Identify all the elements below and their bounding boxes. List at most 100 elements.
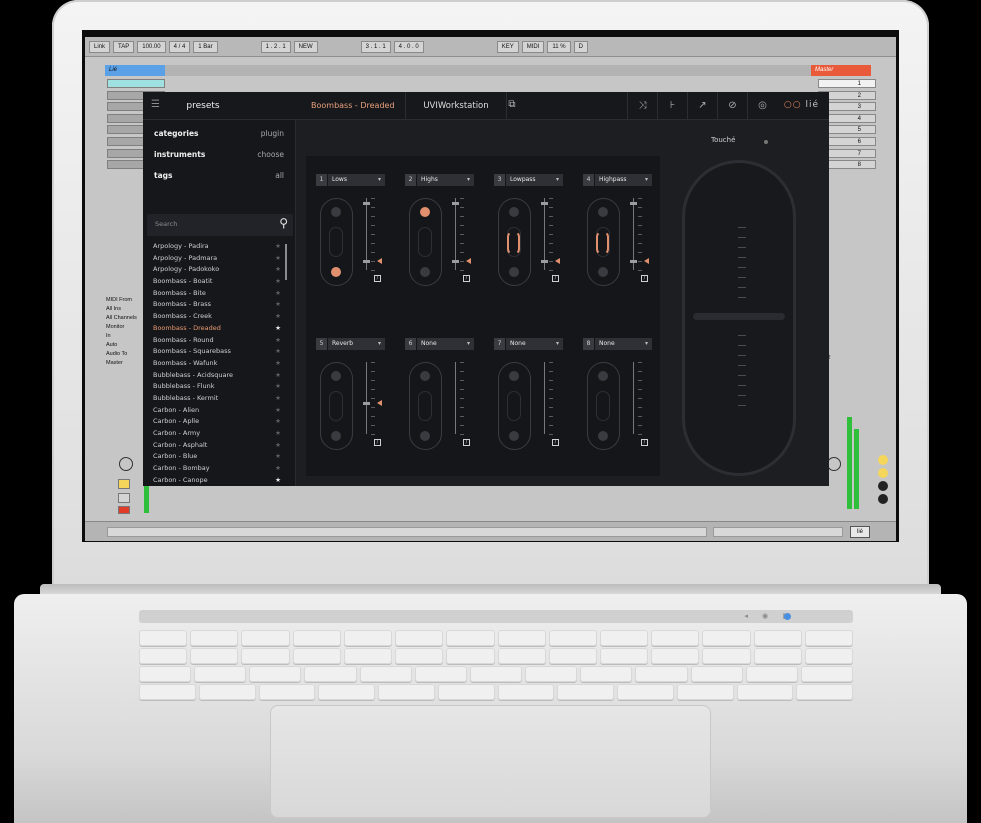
preset-item[interactable]: Bubblebass - Kermit ★ — [143, 393, 293, 405]
settings-dial-icon[interactable]: ◎ — [747, 92, 777, 120]
keyboard-key[interactable] — [414, 666, 467, 682]
arm-button[interactable] — [118, 506, 130, 514]
shuffle-icon[interactable]: ⤨ — [627, 92, 657, 120]
preset-item[interactable]: Boombass - Round ★ — [143, 335, 293, 347]
bypass-toggle-icon[interactable]: / — [463, 275, 470, 282]
keyboard-key[interactable] — [249, 666, 302, 682]
curve-icon[interactable]: ↗ — [687, 92, 717, 120]
keyboard-key[interactable] — [702, 630, 751, 646]
control-dot[interactable] — [509, 267, 519, 277]
preset-item[interactable]: Arpology - Padira ★ — [143, 241, 293, 253]
daw-toolbar-button[interactable]: KEY — [496, 40, 519, 53]
favorite-star-icon[interactable]: ★ — [275, 288, 281, 300]
monitor-dot-1[interactable] — [878, 455, 888, 465]
keyboard-key[interactable] — [139, 648, 188, 664]
effect-selector[interactable]: None ▾ — [595, 338, 652, 350]
keyboard-key[interactable] — [395, 630, 444, 646]
routing-icon[interactable]: ⊦ — [657, 92, 687, 120]
trackpad[interactable] — [270, 705, 711, 818]
control-dot[interactable] — [598, 207, 608, 217]
keyboard-key[interactable] — [194, 666, 247, 682]
monitor-dot-3[interactable] — [878, 481, 888, 491]
keyboard-key[interactable] — [690, 666, 743, 682]
keyboard-key[interactable] — [318, 684, 375, 700]
track-name-mini[interactable]: lié — [850, 526, 870, 538]
filter-value[interactable]: choose — [257, 147, 284, 163]
master-track-header[interactable]: Master — [811, 65, 871, 76]
bypass-toggle-icon[interactable]: / — [374, 275, 381, 282]
touche-center-bar[interactable] — [693, 313, 785, 320]
keyboard-key[interactable] — [651, 648, 700, 664]
favorite-star-icon[interactable]: ★ — [275, 475, 281, 486]
preset-item[interactable]: Carbon - Aplle ★ — [143, 416, 293, 428]
control-dot[interactable] — [331, 267, 341, 277]
effect-selector[interactable]: Lowpass ▾ — [506, 174, 563, 186]
preset-item[interactable]: Boombass - Creek ★ — [143, 311, 293, 323]
keyboard-key[interactable] — [804, 648, 854, 664]
favorite-star-icon[interactable]: ★ — [275, 405, 281, 417]
bypass-toggle-icon[interactable]: / — [552, 275, 559, 282]
keyboard-key[interactable] — [198, 684, 256, 700]
master-pan-knob[interactable] — [827, 457, 841, 471]
keyboard-key[interactable] — [139, 684, 196, 700]
favorite-star-icon[interactable]: ★ — [275, 346, 281, 358]
filter-value[interactable]: all — [275, 168, 284, 184]
range-bracket[interactable] — [507, 231, 520, 255]
keyboard-key[interactable] — [304, 666, 357, 682]
keyboard-key[interactable] — [753, 648, 802, 664]
xy-pill-control[interactable] — [587, 362, 620, 450]
preset-item[interactable]: Carbon - Bombay ★ — [143, 463, 293, 475]
filter-row-categories[interactable]: categories plugin — [154, 126, 284, 142]
tab-uvi-workstation[interactable]: UVIWorkstation — [405, 92, 507, 120]
search-input[interactable]: Search — [155, 220, 177, 228]
favorite-star-icon[interactable]: ★ — [275, 370, 281, 382]
preset-item[interactable]: Carbon - Asphalt ★ — [143, 440, 293, 452]
touche-pad[interactable] — [682, 160, 796, 476]
fader-handle-top[interactable] — [630, 202, 637, 205]
keyboard-key[interactable] — [736, 684, 794, 700]
keyboard-key[interactable] — [469, 666, 523, 682]
xy-pill-control[interactable] — [587, 198, 620, 286]
keyboard-key[interactable] — [651, 630, 700, 646]
control-dot[interactable] — [420, 431, 430, 441]
xy-pill-control[interactable] — [498, 362, 531, 450]
fader-handle-top[interactable] — [363, 202, 370, 205]
preset-item[interactable]: Boombass - Dreaded ★ — [143, 323, 293, 335]
daw-toolbar-button[interactable]: 1 . 2 . 1 — [260, 40, 291, 53]
favorite-star-icon[interactable]: ★ — [275, 393, 281, 405]
daw-toolbar-button[interactable]: MIDI — [521, 40, 545, 53]
fader-handle-top[interactable] — [452, 202, 459, 205]
favorite-star-icon[interactable]: ★ — [275, 381, 281, 393]
favorite-star-icon[interactable]: ★ — [275, 451, 281, 463]
keyboard-key[interactable] — [190, 648, 239, 664]
preset-item[interactable]: Bubblebass - Acidsquare ★ — [143, 370, 293, 382]
keyboard-key[interactable] — [548, 648, 597, 664]
keyboard-key[interactable] — [745, 666, 798, 682]
xy-pill-control[interactable] — [498, 198, 531, 286]
siri-icon[interactable] — [784, 613, 791, 620]
keyboard-key[interactable] — [258, 684, 316, 700]
effect-selector[interactable]: Reverb ▾ — [328, 338, 385, 350]
favorite-star-icon[interactable]: ★ — [275, 311, 281, 323]
keyboard-key[interactable] — [702, 648, 751, 664]
keyboard-key[interactable] — [292, 630, 341, 646]
bypass-toggle-icon[interactable]: / — [641, 275, 648, 282]
control-dot[interactable] — [331, 431, 341, 441]
favorite-star-icon[interactable]: ★ — [275, 440, 281, 452]
keyboard-key[interactable] — [359, 666, 412, 682]
keyboard-key[interactable] — [753, 630, 802, 646]
left-track-header[interactable]: Lié — [105, 65, 165, 76]
keyboard-key[interactable] — [497, 684, 555, 700]
favorite-star-icon[interactable]: ★ — [275, 276, 281, 288]
preset-item[interactable]: Arpology - Padokoko ★ — [143, 264, 293, 276]
slot-fader[interactable] — [630, 198, 650, 271]
keyboard-key[interactable] — [343, 630, 393, 646]
keyboard-key[interactable] — [139, 666, 192, 682]
effect-selector[interactable]: None ▾ — [417, 338, 474, 350]
daw-toolbar-button[interactable]: 4 . 0 . 0 — [393, 40, 424, 53]
current-preset-name[interactable]: Boombass - Dreaded — [311, 92, 395, 120]
effect-selector[interactable]: Highpass ▾ — [595, 174, 652, 186]
keyboard-key[interactable] — [446, 630, 495, 646]
effect-selector[interactable]: Highs ▾ — [417, 174, 474, 186]
preset-item[interactable]: Carbon - Blue ★ — [143, 451, 293, 463]
